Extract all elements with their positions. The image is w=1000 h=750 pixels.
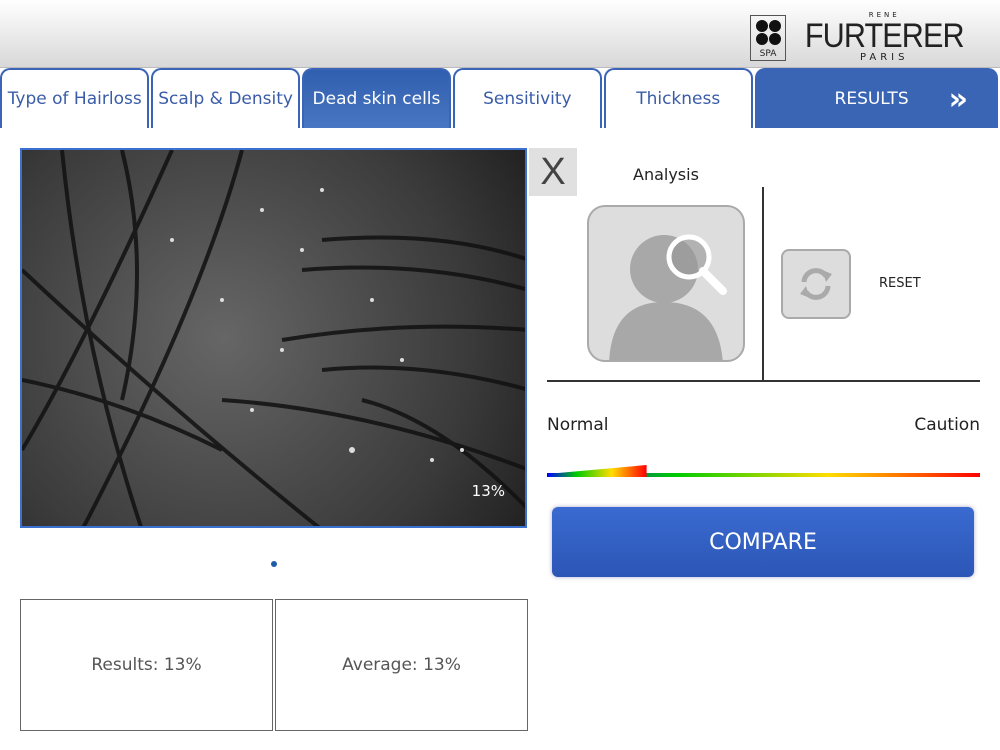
tab-bar: Type of Hairloss Scalp & Density Dead sk… (0, 68, 1000, 128)
tab-results[interactable]: RESULTS » (754, 68, 998, 128)
page-indicator-dot[interactable] (271, 561, 277, 567)
spa-text: SPA (759, 48, 777, 59)
tab-type-of-hairloss[interactable]: Type of Hairloss (0, 68, 150, 128)
refresh-icon (800, 268, 832, 300)
horizontal-divider (547, 380, 980, 382)
gauge-caution-label: Caution (914, 415, 980, 435)
compare-button[interactable]: COMPARE (552, 507, 974, 577)
tab-dead-skin-cells[interactable]: Dead skin cells (301, 68, 452, 128)
average-box: Average: 13% (275, 599, 528, 731)
analysis-button[interactable] (587, 205, 745, 362)
tab-scalp-density[interactable]: Scalp & Density (151, 68, 300, 128)
spa-logo-icon: SPA (750, 14, 786, 61)
gauge-fill (547, 465, 647, 477)
user-magnifier-icon (609, 234, 727, 360)
gauge-normal-label: Normal (547, 415, 609, 435)
reset-button[interactable] (781, 249, 851, 319)
vertical-divider (762, 187, 764, 381)
double-chevron-right-icon: » (948, 81, 968, 117)
tab-thickness[interactable]: Thickness (603, 68, 753, 128)
severity-gauge (547, 465, 980, 477)
analysis-label: Analysis (633, 165, 699, 184)
hair-strands (22, 150, 525, 526)
image-percent-overlay: 13% (471, 482, 505, 500)
close-button[interactable]: X (529, 148, 577, 196)
tab-sensitivity[interactable]: Sensitivity (453, 68, 602, 128)
logo-brand: FURTERER (804, 17, 965, 55)
app-header: SPA RENE FURTERER PARIS (0, 0, 1000, 68)
scalp-microscope-image: 13% (20, 148, 527, 528)
reset-label: RESET (879, 276, 921, 291)
results-label: RESULTS (834, 89, 909, 109)
rene-furterer-logo: SPA RENE FURTERER PARIS (750, 12, 973, 63)
results-box: Results: 13% (20, 599, 273, 731)
